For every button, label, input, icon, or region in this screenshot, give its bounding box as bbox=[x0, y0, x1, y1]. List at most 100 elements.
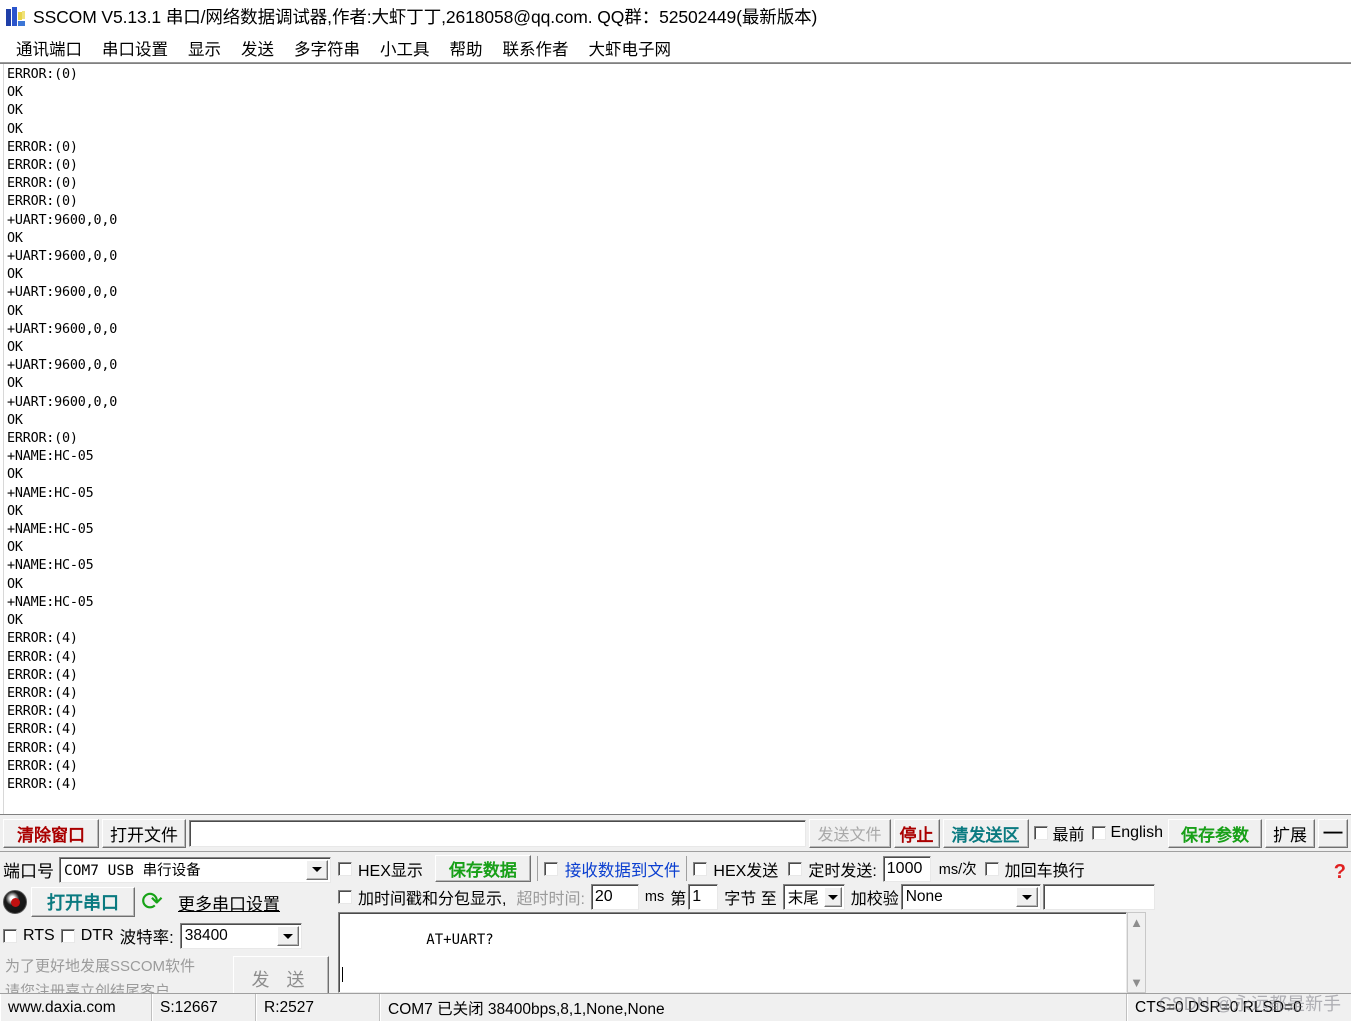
sscom-app-icon bbox=[6, 6, 26, 27]
menu-item-send[interactable]: 发送 bbox=[231, 35, 284, 61]
command-toolbar: 清除窗口 打开文件 发送文件 停止 清发送区 最前 English 保存参数 扩… bbox=[0, 815, 1351, 851]
send-text-value: AT+UART? bbox=[426, 932, 494, 948]
save-params-button[interactable]: 保存参数 bbox=[1168, 818, 1262, 848]
hex-send-label: HEX发送 bbox=[713, 862, 779, 880]
baud-rate-label: 波特率: bbox=[119, 929, 174, 947]
chevron-down-icon[interactable] bbox=[823, 887, 842, 907]
recv-to-file-label: 接收数据到文件 bbox=[564, 861, 681, 880]
flow-control-row: RTS DTR 波特率: 38400 bbox=[0, 918, 334, 952]
more-port-settings-link[interactable]: 更多串口设置 bbox=[169, 889, 289, 915]
status-website[interactable]: www.daxia.com bbox=[0, 994, 152, 1021]
baud-rate-select[interactable]: 38400 bbox=[179, 923, 302, 949]
timed-send-interval-input[interactable]: 1000 bbox=[882, 855, 931, 882]
title-bar: SSCOM V5.13.1 串口/网络数据调试器,作者:大虾丁丁,2618058… bbox=[0, 0, 1351, 33]
open-file-button[interactable]: 打开文件 bbox=[102, 818, 186, 848]
menu-item-comm-port[interactable]: 通讯端口 bbox=[6, 35, 92, 61]
status-signals: CTS=0 DSR=0 RLSD=0 bbox=[1127, 994, 1351, 1021]
recv-to-file-checkbox[interactable] bbox=[543, 861, 558, 876]
timestamp-display-checkbox[interactable] bbox=[338, 890, 352, 904]
hex-send-checkbox[interactable] bbox=[693, 861, 708, 876]
minimize-button[interactable]: — bbox=[1318, 818, 1348, 848]
rts-checkbox[interactable] bbox=[3, 929, 17, 943]
chevron-up-icon[interactable]: ▲ bbox=[1128, 913, 1145, 932]
checksum-select[interactable]: None bbox=[900, 884, 1041, 910]
menu-item-display[interactable]: 显示 bbox=[178, 35, 231, 61]
topmost-checkbox-group: 最前 bbox=[1032, 821, 1087, 845]
checksum-label: 加校验 bbox=[850, 891, 899, 908]
status-recv-count: R:2527 bbox=[256, 994, 380, 1021]
menu-item-multi-string[interactable]: 多字符串 bbox=[284, 35, 370, 61]
checksum-extra-input[interactable] bbox=[1042, 884, 1155, 910]
send-settings-panel: HEX显示 保存数据 接收数据到文件 HEX发送 定时发送: 1000 ms/次… bbox=[334, 852, 1351, 993]
timeout-unit-label: ms bbox=[644, 889, 665, 905]
english-checkbox-group: English bbox=[1090, 824, 1165, 842]
menu-item-help[interactable]: 帮助 bbox=[440, 35, 493, 61]
port-select[interactable]: COM7 USB 串行设备 bbox=[59, 856, 331, 883]
port-settings-panel: 端口号 COM7 USB 串行设备 打开串口 ⟳ 更多串口设置 RTS DTR … bbox=[0, 852, 334, 1002]
window-title: SSCOM V5.13.1 串口/网络数据调试器,作者:大虾丁丁,2618058… bbox=[33, 7, 818, 27]
byte-to-value: 末尾 bbox=[787, 890, 819, 907]
open-port-row: 打开串口 ⟳ 更多串口设置 bbox=[0, 884, 334, 918]
topmost-checkbox[interactable] bbox=[1033, 826, 1048, 840]
settings-area: 端口号 COM7 USB 串行设备 打开串口 ⟳ 更多串口设置 RTS DTR … bbox=[0, 851, 1351, 1002]
hex-display-label: HEX显示 bbox=[358, 862, 423, 880]
send-text-area-wrap: AT+UART? ▲ ▼ bbox=[338, 912, 1351, 993]
sscom-window: SSCOM V5.13.1 串口/网络数据调试器,作者:大虾丁丁,2618058… bbox=[0, 0, 1351, 1021]
checksum-value: None bbox=[905, 888, 943, 905]
chevron-down-icon[interactable] bbox=[276, 926, 299, 946]
english-checkbox[interactable] bbox=[1091, 826, 1106, 840]
timed-send-unit-label: ms/次 bbox=[938, 862, 977, 878]
text-caret bbox=[342, 967, 343, 982]
clear-send-button[interactable]: 清发送区 bbox=[942, 818, 1029, 848]
dtr-checkbox[interactable] bbox=[60, 929, 75, 943]
dtr-label: DTR bbox=[80, 927, 114, 944]
menu-item-port-settings[interactable]: 串口设置 bbox=[92, 35, 178, 61]
receive-text: ERROR:(0) OK OK OK ERROR:(0) ERROR:(0) E… bbox=[7, 67, 118, 792]
clear-window-button[interactable]: 清除窗口 bbox=[3, 818, 99, 848]
rts-label: RTS bbox=[23, 927, 55, 944]
menu-item-tools[interactable]: 小工具 bbox=[370, 35, 440, 61]
port-status-led-icon bbox=[3, 890, 27, 914]
english-label: English bbox=[1110, 824, 1163, 841]
send-text-area[interactable]: AT+UART? bbox=[338, 912, 1127, 993]
byte-range-label: 字节 至 bbox=[724, 891, 777, 908]
stop-button[interactable]: 停止 bbox=[893, 818, 940, 848]
timed-send-label: 定时发送: bbox=[808, 862, 877, 880]
add-crlf-label: 加回车换行 bbox=[1004, 862, 1085, 880]
byte-to-select[interactable]: 末尾 bbox=[782, 884, 845, 910]
divider bbox=[686, 856, 688, 881]
send-area-scrollbar[interactable]: ▲ ▼ bbox=[1127, 912, 1146, 993]
menu-bar: 通讯端口 串口设置 显示 发送 多字符串 小工具 帮助 联系作者 大虾电子网 bbox=[0, 33, 1351, 63]
chevron-down-icon[interactable] bbox=[306, 859, 328, 880]
receive-area[interactable]: ERROR:(0) OK OK OK ERROR:(0) ERROR:(0) E… bbox=[0, 63, 1351, 815]
divider bbox=[536, 856, 538, 881]
port-number-label: 端口号 bbox=[3, 862, 54, 881]
status-connection: COM7 已关闭 38400bps,8,1,None,None bbox=[380, 994, 1127, 1021]
open-port-button[interactable]: 打开串口 bbox=[31, 887, 135, 917]
port-select-row: 端口号 COM7 USB 串行设备 bbox=[0, 852, 334, 884]
add-crlf-checkbox[interactable] bbox=[984, 861, 999, 876]
recv-options-row: HEX显示 保存数据 接收数据到文件 HEX发送 定时发送: 1000 ms/次… bbox=[334, 852, 1351, 882]
menu-item-contact[interactable]: 联系作者 bbox=[493, 35, 579, 61]
file-path-input[interactable] bbox=[189, 819, 806, 847]
send-panel-filler bbox=[1146, 912, 1351, 993]
save-data-button[interactable]: 保存数据 bbox=[434, 855, 531, 882]
byte-from-label: 第 bbox=[670, 891, 687, 908]
byte-from-input[interactable]: 1 bbox=[688, 884, 719, 910]
chevron-down-icon[interactable] bbox=[1015, 887, 1038, 907]
status-sent-count: S:12667 bbox=[152, 994, 256, 1021]
refresh-icon[interactable]: ⟳ bbox=[139, 889, 165, 915]
timed-send-checkbox[interactable] bbox=[788, 861, 803, 876]
baud-rate-value: 38400 bbox=[184, 927, 228, 944]
help-question-icon[interactable]: ? bbox=[1334, 861, 1346, 884]
status-bar: www.daxia.com S:12667 R:2527 COM7 已关闭 38… bbox=[0, 993, 1351, 1021]
send-file-button[interactable]: 发送文件 bbox=[808, 818, 891, 848]
timeout-label: 超时时间: bbox=[516, 891, 585, 908]
chevron-down-icon[interactable]: ▼ bbox=[1128, 973, 1145, 992]
menu-item-daxia-web[interactable]: 大虾电子网 bbox=[579, 35, 682, 61]
extend-button[interactable]: 扩展 bbox=[1265, 818, 1315, 848]
promo-line-1: 为了更好地发展SSCOM软件 bbox=[5, 958, 196, 975]
port-select-value: COM7 USB 串行设备 bbox=[64, 863, 201, 879]
timeout-input[interactable]: 20 bbox=[590, 884, 639, 910]
hex-display-checkbox[interactable] bbox=[338, 861, 352, 876]
